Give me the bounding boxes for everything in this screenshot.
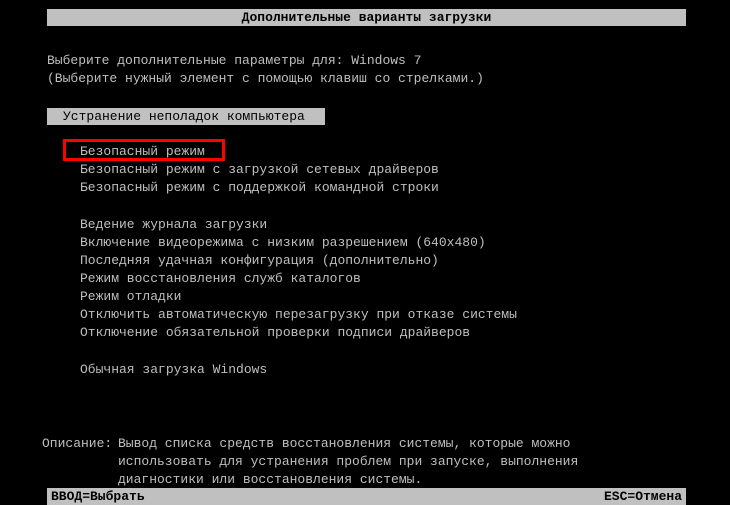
footer-cancel-hint: ESC=Отмена xyxy=(604,488,686,505)
menu-debug[interactable]: Режим отладки xyxy=(80,289,181,304)
footer-bar: ВВОД=Выбрать xyxy=(47,488,686,505)
menu-safe-mode-cmd[interactable]: Безопасный режим с поддержкой командной … xyxy=(80,180,439,195)
menu-dsrm[interactable]: Режим восстановления служб каталогов xyxy=(80,271,361,286)
menu-low-res-video[interactable]: Включение видеорежима с низким разрешени… xyxy=(80,235,486,250)
title-bar: Дополнительные варианты загрузки xyxy=(47,9,686,26)
description-line-1: Вывод списка средств восстановления сист… xyxy=(118,436,570,451)
prompt-line-2: (Выберите нужный элемент с помощью клави… xyxy=(47,71,484,86)
menu-safe-mode-networking[interactable]: Безопасный режим с загрузкой сетевых дра… xyxy=(80,162,439,177)
repair-computer-option[interactable]: Устранение неполадок компьютера xyxy=(47,108,325,125)
description-line-2: использовать для устранения проблем при … xyxy=(118,454,578,469)
menu-normal-start[interactable]: Обычная загрузка Windows xyxy=(80,362,267,377)
menu-boot-logging[interactable]: Ведение журнала загрузки xyxy=(80,217,267,232)
menu-last-known-good[interactable]: Последняя удачная конфигурация (дополнит… xyxy=(80,253,439,268)
description-label: Описание: xyxy=(42,436,112,451)
prompt-line-1: Выберите дополнительные параметры для: W… xyxy=(47,53,421,68)
menu-safe-mode[interactable]: Безопасный режим xyxy=(80,144,205,159)
menu-disable-auto-restart[interactable]: Отключить автоматическую перезагрузку пр… xyxy=(80,307,517,322)
footer-select-hint: ВВОД=Выбрать xyxy=(51,489,145,504)
description-line-3: диагностики или восстановления системы. xyxy=(118,472,422,487)
menu-disable-driver-sig[interactable]: Отключение обязательной проверки подписи… xyxy=(80,325,470,340)
